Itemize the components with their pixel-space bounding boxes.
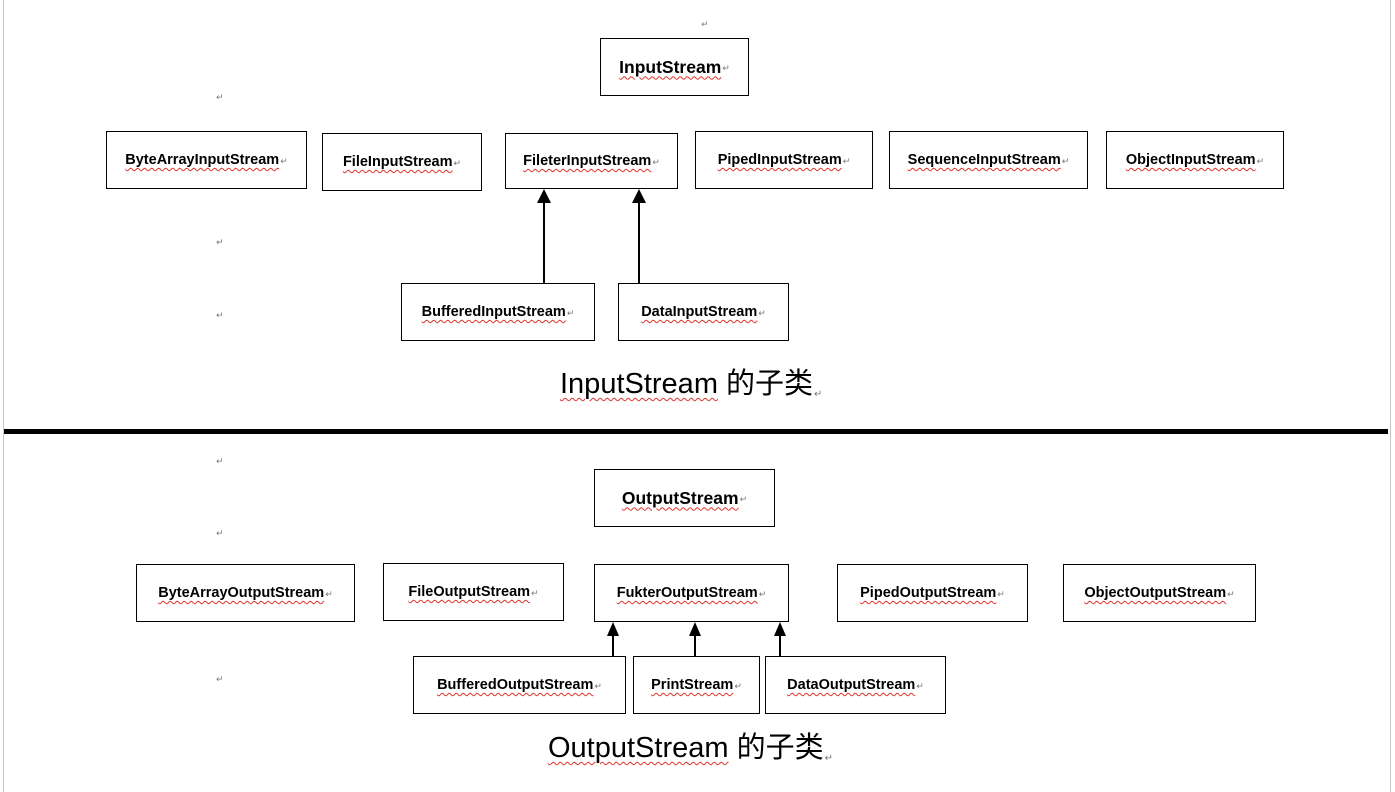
arrow-dataoutput-to-fukter bbox=[774, 622, 786, 656]
arrow-data-to-filter bbox=[632, 189, 646, 283]
inheritance-arrows bbox=[537, 189, 786, 656]
arrow-print-to-fukter bbox=[689, 622, 701, 656]
arrow-buffered-to-filter bbox=[537, 189, 551, 283]
arrow-bufferedoutput-to-fukter bbox=[607, 622, 619, 656]
